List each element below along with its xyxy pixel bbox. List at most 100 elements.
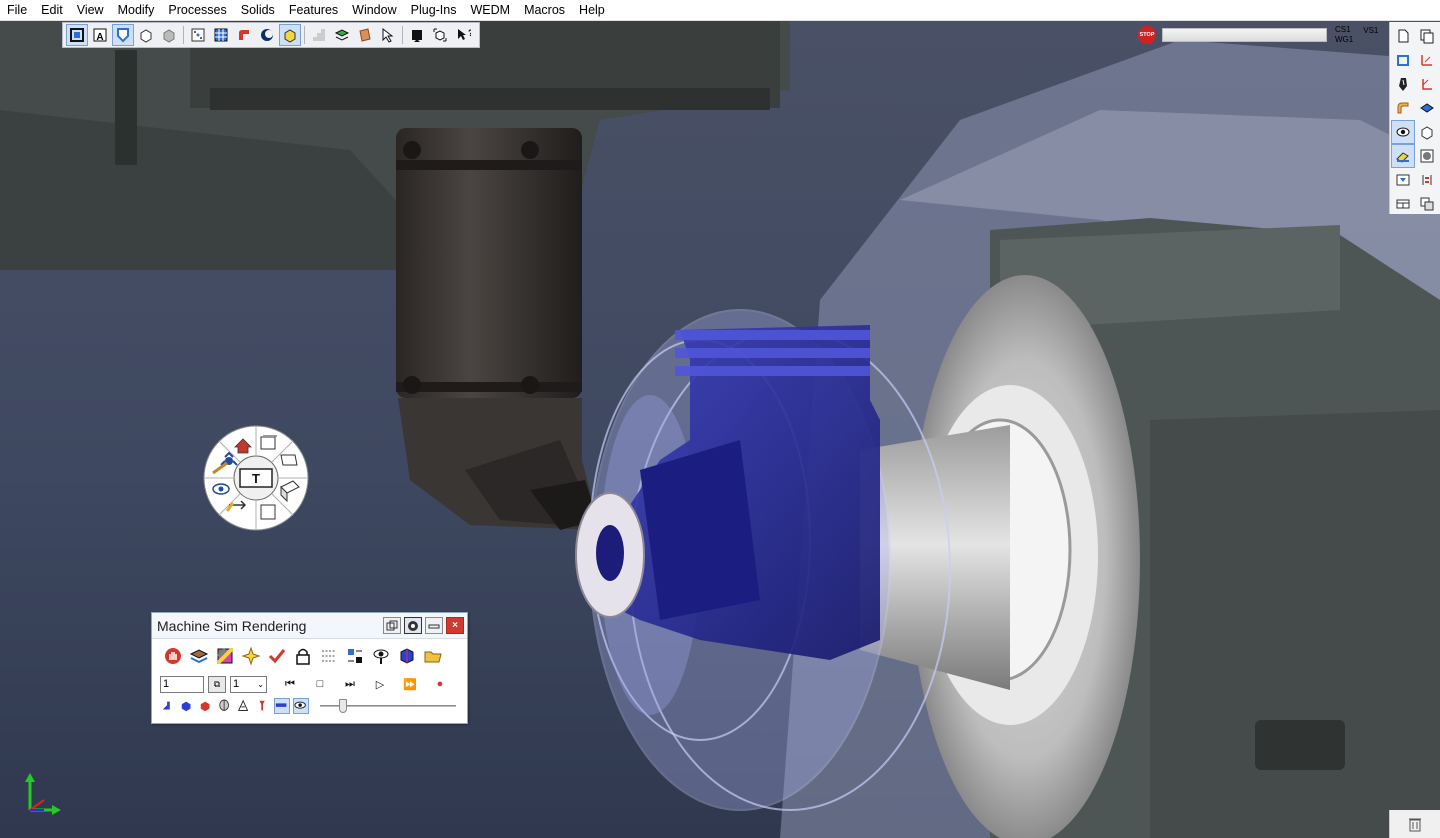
toolbar-button-text-a[interactable]: A (89, 24, 111, 46)
record-button[interactable]: ● (427, 675, 453, 693)
right-toolbar-button-bend-pipe[interactable] (1391, 96, 1415, 120)
sim-close-button[interactable]: × (446, 617, 464, 634)
center-view-button[interactable]: T (239, 468, 273, 488)
view-set-label[interactable]: VS1 (1363, 26, 1378, 35)
toolbar-button-pointer[interactable] (377, 24, 399, 46)
sim-tool-lock[interactable] (292, 645, 314, 667)
toolbar-button-cube-wire[interactable] (135, 24, 157, 46)
display-toggle-stock-red[interactable] (198, 698, 214, 714)
rotate-eye-icon[interactable] (212, 483, 230, 495)
display-toggle-tool-holder[interactable] (236, 698, 252, 714)
menu-file[interactable]: File (0, 0, 34, 21)
display-toggle-eye-small[interactable] (293, 698, 309, 714)
menu-modify[interactable]: Modify (111, 0, 162, 21)
toolbar-button-elbow-pipe[interactable] (233, 24, 255, 46)
toolbar-button-black-square[interactable] (406, 24, 428, 46)
menu-processes[interactable]: Processes (161, 0, 233, 21)
display-toggle-path-line[interactable] (274, 698, 290, 714)
right-toolbar-button-copy-pages[interactable] (1415, 24, 1439, 48)
sim-tool-stop-hand[interactable] (162, 645, 184, 667)
right-toolbar-button-box-outline[interactable] (1415, 120, 1439, 144)
toolbar-button-crescent[interactable] (256, 24, 278, 46)
toolbar-button-dot-grid[interactable] (187, 24, 209, 46)
toolbar-button-stairs[interactable] (308, 24, 330, 46)
right-toolbar-button-sphere-box[interactable] (1415, 144, 1439, 168)
right-toolbar-button-pen-nib[interactable] (1391, 72, 1415, 96)
display-toggle-fixture[interactable] (160, 698, 176, 714)
fast-forward-icon: ⏩ (403, 678, 417, 691)
status-area: STOP CS1 WG1 VS1 (1136, 22, 1386, 48)
sim-minimize-button[interactable] (425, 617, 443, 634)
step-button[interactable]: ⏭ (337, 675, 363, 693)
toolbar-button-copper-stack[interactable] (354, 24, 376, 46)
display-toggle-stock-blue[interactable] (179, 698, 195, 714)
fast-forward-button[interactable]: ⏩ (397, 675, 423, 693)
right-toolbar-button-select-rect[interactable] (1391, 48, 1415, 72)
right-toolbar-button-window-tile[interactable] (1391, 192, 1415, 216)
right-toolbar-button-stack-copy[interactable] (1415, 192, 1439, 216)
sim-settings-button[interactable] (404, 617, 422, 634)
sim-panel-title-bar[interactable]: Machine Sim Rendering × (152, 613, 467, 639)
right-toolbar-button-new-page[interactable] (1391, 24, 1415, 48)
right-toolbar-button-axes-red[interactable] (1415, 48, 1439, 72)
sim-tool-color-swatch[interactable] (214, 645, 236, 667)
menu-help[interactable]: Help (572, 0, 612, 21)
right-toolbar-button-angle-red[interactable] (1415, 72, 1439, 96)
coord-system-label[interactable]: CS1 (1335, 25, 1353, 35)
grid-ops-icon (348, 649, 362, 663)
tool-holder-icon (238, 699, 249, 711)
sim-restore-button[interactable] (383, 617, 401, 634)
step-select[interactable]: 1 ⌄ (230, 675, 267, 693)
stop-button[interactable]: □ (307, 675, 333, 693)
menu-solids[interactable]: Solids (234, 0, 282, 21)
play-button[interactable]: ▷ (367, 675, 393, 693)
stop-button[interactable]: STOP (1138, 26, 1156, 44)
speed-slider[interactable] (320, 698, 456, 714)
right-toolbar-button-table-filter[interactable] (1391, 168, 1415, 192)
sim-tool-list[interactable] (318, 645, 340, 667)
eraser-icon (1396, 152, 1409, 163)
rewind-button[interactable]: ⏮ (277, 675, 303, 693)
work-group-label[interactable]: WG1 (1335, 35, 1353, 45)
display-toggle-drill-red[interactable] (255, 698, 271, 714)
toolbar-button-layer-stack[interactable] (331, 24, 353, 46)
toolbar-button-frame-select[interactable] (66, 24, 88, 46)
toolbar-separator (402, 26, 403, 44)
cylinder-icon (219, 699, 229, 711)
right-toolbar-button-eraser[interactable] (1391, 144, 1415, 168)
front-view-icon[interactable] (260, 435, 277, 450)
sim-tool-blue-cube[interactable] (396, 645, 418, 667)
sim-tool-layers[interactable] (188, 645, 210, 667)
frame-input[interactable] (160, 675, 204, 693)
right-view-icon[interactable] (260, 504, 276, 520)
sim-tool-eye-magnify[interactable] (370, 645, 392, 667)
sim-tool-spark[interactable] (240, 645, 262, 667)
toolbar-button-grid[interactable] (210, 24, 232, 46)
sim-tool-checkmark[interactable] (266, 645, 288, 667)
right-toolbar-button-bracket-red[interactable] (1415, 168, 1439, 192)
speed-slider-thumb[interactable] (339, 699, 348, 713)
right-toolbar-button-surface-blue[interactable] (1415, 96, 1439, 120)
toolbar-button-cube-highlight[interactable] (279, 24, 301, 46)
menu-wedm[interactable]: WEDM (463, 0, 517, 21)
menu-features[interactable]: Features (282, 0, 345, 21)
right-toolbar-button-eye[interactable] (1391, 120, 1415, 144)
toolbar-button-cube-arrows[interactable] (429, 24, 451, 46)
checkmark-icon (268, 649, 286, 664)
menu-plug-ins[interactable]: Plug-Ins (404, 0, 464, 21)
menu-edit[interactable]: Edit (34, 0, 70, 21)
svg-text:?: ? (468, 28, 471, 38)
trash-button[interactable] (1389, 810, 1440, 838)
menu-macros[interactable]: Macros (517, 0, 572, 21)
top-view-icon[interactable] (280, 454, 298, 466)
sim-tool-grid-ops[interactable] (344, 645, 366, 667)
toolbar-button-cube-solid[interactable] (158, 24, 180, 46)
toolbar-button-shield-view[interactable] (112, 24, 134, 46)
sim-tool-open-folder[interactable] (422, 645, 444, 667)
frame-goto-button[interactable]: ⧉ (208, 675, 226, 693)
view-navigator-wheel[interactable]: T (203, 425, 309, 531)
display-toggle-cylinder[interactable] (217, 698, 233, 714)
toolbar-button-help-pointer[interactable]: ? (452, 24, 474, 46)
menu-view[interactable]: View (70, 0, 111, 21)
menu-window[interactable]: Window (345, 0, 403, 21)
